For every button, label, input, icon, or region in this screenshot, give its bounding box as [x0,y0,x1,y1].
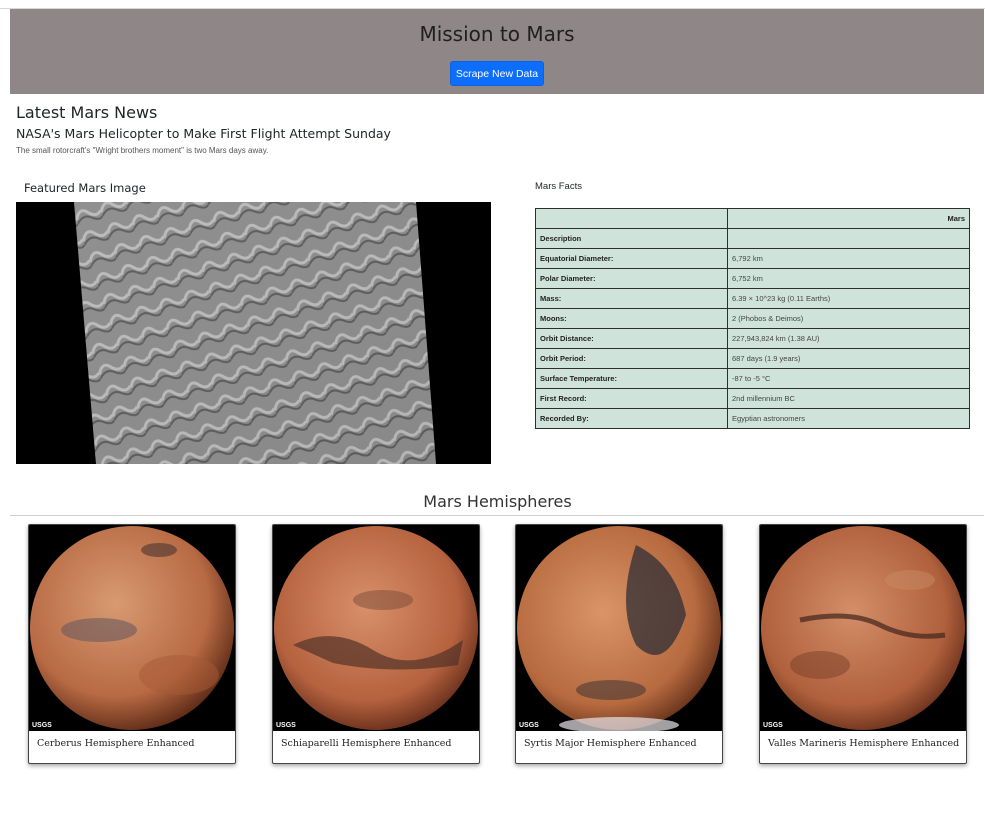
scrape-new-data-button[interactable]: Scrape New Data [450,61,544,86]
facts-title: Mars Facts [535,181,582,192]
table-row: Surface Temperature: -87 to -5 °C [535,368,970,389]
table-row: Orbit Period: 687 days (1.9 years) [535,348,970,369]
fact-label: Recorded By: [535,408,728,429]
table-row: First Record: 2nd millennium BC [535,388,970,409]
fact-value: 227,943,824 km (1.38 AU) [727,328,970,349]
news-section-title: Latest Mars News [16,103,158,122]
table-row: Orbit Distance: 227,943,824 km (1.38 AU) [535,328,970,349]
header-banner: Mission to Mars Scrape New Data [10,9,984,94]
fact-label: Polar Diameter: [535,268,728,289]
facts-corner-cell [535,208,728,229]
table-row: Mass: 6.39 × 10^23 kg (0.11 Earths) [535,288,970,309]
fact-value: -87 to -5 °C [727,368,970,389]
section-divider [10,515,984,516]
fact-label: Orbit Period: [535,348,728,369]
hemisphere-card-valles-marineris[interactable]: USGS Valles Marineris Hemisphere Enhance… [759,524,967,764]
fact-label: Surface Temperature: [535,368,728,389]
hemisphere-image-cerberus[interactable]: USGS [29,525,235,731]
facts-column-header: Mars [727,208,970,229]
table-row: Equatorial Diameter: 6,792 km [535,248,970,269]
hemisphere-title[interactable]: Schiaparelli Hemisphere Enhanced [281,738,452,749]
hemisphere-card-syrtis-major[interactable]: USGS Syrtis Major Hemisphere Enhanced [515,524,723,764]
fact-value: 6.39 × 10^23 kg (0.11 Earths) [727,288,970,309]
fact-value: 6,792 km [727,248,970,269]
fact-value: Egyptian astronomers [727,408,970,429]
fact-label: First Record: [535,388,728,409]
fact-value: 2 (Phobos & Deimos) [727,308,970,329]
hemisphere-title[interactable]: Valles Marineris Hemisphere Enhanced [768,738,959,749]
fact-label: Equatorial Diameter: [535,248,728,269]
hemisphere-title[interactable]: Syrtis Major Hemisphere Enhanced [524,738,697,749]
fact-label: Moons: [535,308,728,329]
featured-image-title: Featured Mars Image [24,181,146,195]
fact-label: Orbit Distance: [535,328,728,349]
fact-label: Mass: [535,288,728,309]
hemisphere-image-syrtis-major[interactable]: USGS [516,525,722,733]
usgs-logo: USGS [763,722,783,729]
table-row: Moons: 2 (Phobos & Deimos) [535,308,970,329]
table-row: Polar Diameter: 6,752 km [535,268,970,289]
mars-facts-table: Mars Description Equatorial Diameter: 6,7… [535,208,970,429]
fact-value [727,228,970,249]
page-title: Mission to Mars [419,22,575,46]
top-border [0,0,985,9]
hemisphere-image-valles-marineris[interactable]: USGS [760,525,966,731]
featured-mars-image [16,202,491,464]
hemisphere-image-schiaparelli[interactable]: USGS [273,525,479,731]
fact-label: Description [535,228,728,249]
hemispheres-title: Mars Hemispheres [423,492,572,511]
table-row: Recorded By: Egyptian astronomers [535,408,970,429]
news-teaser: The small rotorcraft's "Wright brothers … [16,146,269,155]
hemisphere-title[interactable]: Cerberus Hemisphere Enhanced [37,738,195,749]
usgs-logo: USGS [519,722,539,729]
usgs-logo: USGS [276,722,296,729]
usgs-logo: USGS [32,722,52,729]
news-headline: NASA's Mars Helicopter to Make First Fli… [16,126,391,141]
fact-value: 6,752 km [727,268,970,289]
facts-header-row: Mars [535,208,970,229]
hemisphere-card-cerberus[interactable]: USGS Cerberus Hemisphere Enhanced [28,524,236,764]
table-row: Description [535,228,970,249]
hemisphere-card-schiaparelli[interactable]: USGS Schiaparelli Hemisphere Enhanced [272,524,480,764]
fact-value: 687 days (1.9 years) [727,348,970,369]
fact-value: 2nd millennium BC [727,388,970,409]
